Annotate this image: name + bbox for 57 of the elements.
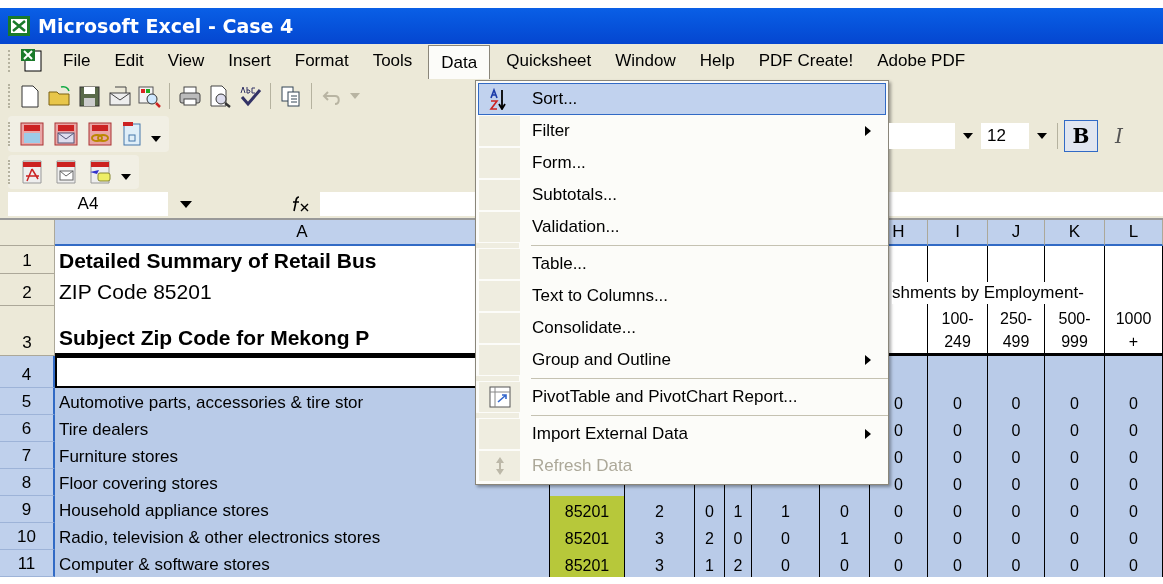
table-cell: 2 [695,523,725,550]
table-cell: 0 [928,415,988,442]
table-cell: 0 [988,442,1045,469]
table-cell: 0 [1045,442,1105,469]
table-cell: 0 [725,523,752,550]
window-title: Microsoft Excel - Case 4 [38,13,294,39]
table-cell: 85201 [550,496,625,523]
table-cell: 3 [625,523,695,550]
table-cell: 1 [695,550,725,577]
table-cell: 0 [695,496,725,523]
table-cell: 0 [1105,469,1163,496]
table-cell: 0 [1045,469,1105,496]
table-cell: 0 [1105,496,1163,523]
table-cell: 0 [928,496,988,523]
table-cell: 0 [870,496,928,523]
table-cell: 0 [928,442,988,469]
table-cell: 0 [752,523,820,550]
table-cell: 0 [820,496,870,523]
table-cell: 0 [1045,523,1105,550]
table-cell: 3 [625,550,695,577]
table-cell: 0 [1045,496,1105,523]
table-cell: 0 [988,550,1045,577]
table-cell: 0 [988,469,1045,496]
table-cell: 0 [988,415,1045,442]
table-cell: 2 [625,496,695,523]
table-cell: 85201 [550,523,625,550]
table-cell: Household appliance stores [55,496,550,523]
table-cell: 0 [928,550,988,577]
table-cell: 0 [820,550,870,577]
table-cell: 1 [725,496,752,523]
table-cell: 0 [1105,388,1163,415]
table-cell: 0 [928,523,988,550]
table-cell: 0 [1045,415,1105,442]
table-cell: 0 [928,469,988,496]
table-cell: 2 [725,550,752,577]
table-cell: 0 [752,550,820,577]
table-cell: 0 [1105,442,1163,469]
table-cell: 100- 249 [928,306,988,356]
table-cell: 0 [1105,415,1163,442]
table-cell: 0 [1105,523,1163,550]
table-cell: 1 [820,523,870,550]
table-cell: Computer & software stores [55,550,550,577]
table-cell: 0 [988,523,1045,550]
table-cell: 1000 + [1105,306,1163,356]
table-cell: 0 [1105,550,1163,577]
table-cell: Radio, television & other electronics stores [55,523,550,550]
table-cell: 1 [752,496,820,523]
table-cell: 0 [1045,550,1105,577]
table-cell: 0 [988,388,1045,415]
table-cell: 0 [988,496,1045,523]
table-cell: 500- 999 [1045,306,1105,356]
table-cell: 0 [1045,388,1105,415]
table-cell: 250- 499 [988,306,1045,356]
table-cell: 0 [870,550,928,577]
table-cell: 0 [870,523,928,550]
table-cell: 85201 [550,550,625,577]
table-cell: 0 [928,388,988,415]
